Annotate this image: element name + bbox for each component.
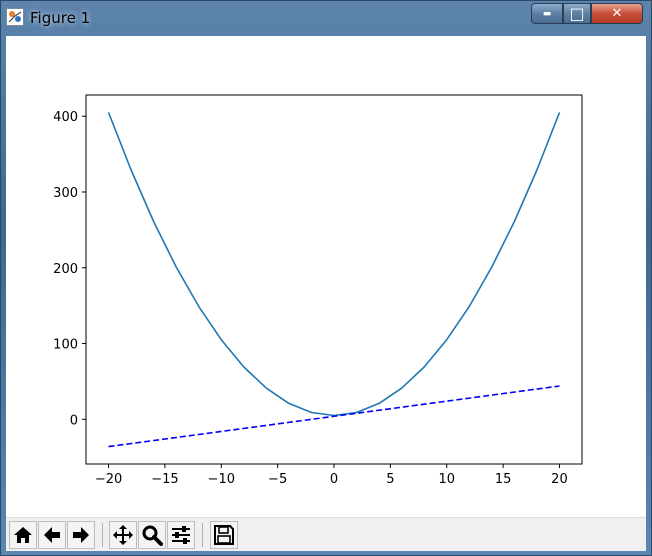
y-tick-label: 100 (53, 338, 78, 353)
minimize-icon: ▬ (542, 8, 552, 19)
magnifier-icon (142, 525, 163, 546)
pan-button[interactable] (109, 521, 137, 549)
x-tick-label: 20 (551, 472, 568, 487)
home-icon (14, 527, 32, 543)
maximize-button[interactable]: □ (563, 3, 591, 24)
y-tick-label: 300 (53, 186, 78, 201)
home-button[interactable] (9, 521, 37, 549)
configure-subplots-button[interactable] (167, 521, 195, 549)
arrow-left-icon (44, 527, 60, 543)
floppy-disk-icon (214, 525, 234, 545)
x-axis: −20 −15 −10 −5 0 5 10 15 20 (95, 464, 568, 487)
arrow-right-icon (73, 527, 89, 543)
x-tick-label: 0 (330, 472, 338, 487)
zoom-button[interactable] (138, 521, 166, 549)
x-tick-label: −20 (95, 472, 122, 487)
sliders-icon (172, 526, 190, 544)
chart-svg: −20 −15 −10 −5 0 5 10 15 20 0 100 200 300 400 (53, 94, 583, 487)
window-title: Figure 1 (30, 9, 91, 27)
figure-canvas[interactable]: −20 −15 −10 −5 0 5 10 15 20 0 100 200 300 400 (6, 36, 646, 517)
toolbar-separator (202, 523, 203, 547)
y-axis: 0 100 200 300 400 (53, 110, 86, 428)
close-button[interactable]: ✕ (591, 3, 643, 24)
y-tick-label: 0 (70, 413, 78, 428)
minimize-button[interactable]: ▬ (531, 3, 563, 24)
back-button[interactable] (38, 521, 66, 549)
x-tick-label: 5 (386, 472, 394, 487)
maximize-icon: □ (569, 4, 585, 23)
figure-window: Figure 1 ▬ □ ✕ −20 −15 −10 −5 0 5 10 15 20 0 100 2… (0, 0, 652, 556)
x-tick-label: −15 (151, 472, 178, 487)
x-tick-label: −10 (208, 472, 235, 487)
save-button[interactable] (210, 521, 238, 549)
x-tick-label: 10 (438, 472, 455, 487)
move-icon (113, 525, 133, 545)
plot-area (85, 94, 583, 465)
app-icon (6, 8, 24, 26)
toolbar-separator (102, 523, 103, 547)
navigation-toolbar (6, 517, 646, 551)
y-tick-label: 200 (53, 262, 78, 277)
figure-client-area: −20 −15 −10 −5 0 5 10 15 20 0 100 200 300 400 (6, 36, 646, 551)
y-tick-label: 400 (53, 110, 78, 125)
x-tick-label: 15 (495, 472, 512, 487)
forward-button[interactable] (67, 521, 95, 549)
title-bar[interactable]: Figure 1 ▬ □ ✕ (1, 1, 651, 37)
close-icon: ✕ (611, 6, 623, 21)
x-tick-label: −5 (268, 472, 287, 487)
